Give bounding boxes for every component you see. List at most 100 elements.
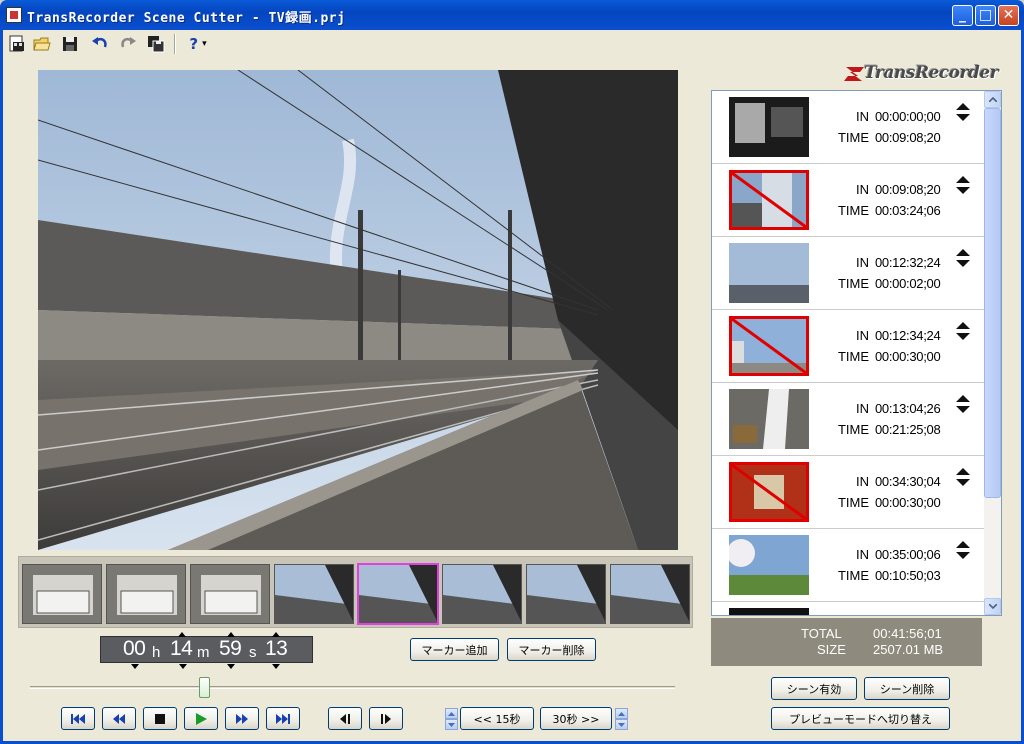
scene-time-value: 00:00:02;00 [875, 276, 941, 291]
spinner-down-icon[interactable] [445, 719, 458, 730]
skip-forward-30s-button[interactable]: 30秒 >> [540, 707, 612, 730]
redo-icon [121, 37, 136, 48]
filmstrip [18, 556, 693, 628]
fast-forward-icon [236, 713, 248, 724]
minutes-down-arrow-icon[interactable] [179, 664, 187, 669]
scene-in-value: 00:12:32;24 [875, 255, 941, 270]
next-frame-button[interactable] [369, 707, 403, 730]
help-button[interactable]: ? ▾ [181, 33, 215, 55]
save-as-button[interactable] [145, 33, 167, 55]
reorder-arrows-icon[interactable] [956, 541, 970, 559]
filmstrip-thumb[interactable] [106, 564, 186, 624]
scene-thumbnail-disabled [729, 170, 809, 230]
scene-list-scrollbar[interactable] [984, 91, 1001, 615]
size-label: SIZE [817, 642, 846, 657]
undo-button[interactable] [89, 33, 111, 55]
skip-back-15s-button[interactable]: << 15秒 [460, 707, 534, 730]
minimize-icon: _ [959, 7, 966, 23]
scrollbar-thumb[interactable] [984, 108, 1001, 498]
seek-slider-track[interactable] [30, 686, 675, 689]
hours-down-arrow-icon[interactable] [131, 664, 139, 669]
scene-time-label: TIME [837, 349, 869, 364]
timecode-m-unit: m [197, 644, 210, 661]
rewind-icon [113, 713, 125, 724]
previous-frame-button[interactable] [328, 707, 362, 730]
rewind-button[interactable] [102, 707, 136, 730]
scene-item-partial[interactable] [712, 602, 984, 615]
hours-up-arrow-icon[interactable] [178, 632, 186, 637]
reorder-arrows-icon[interactable] [956, 103, 970, 121]
forward-step-spinner[interactable] [615, 708, 628, 730]
reorder-arrows-icon[interactable] [956, 468, 970, 486]
undo-icon [92, 37, 107, 48]
reorder-arrows-icon[interactable] [956, 249, 970, 267]
delete-marker-button[interactable]: マーカー削除 [507, 638, 596, 661]
scene-in-label: IN [856, 474, 869, 489]
scene-item[interactable]: IN 00:00:00;00 TIME 00:09:08;20 [712, 91, 984, 164]
frames-down-arrow-icon[interactable] [272, 664, 280, 669]
scene-item[interactable]: IN 00:35:00;06 TIME 00:10:50;03 [712, 529, 984, 602]
step-forward-icon [381, 713, 391, 724]
minutes-up-arrow-icon[interactable] [227, 632, 235, 637]
save-icon [63, 37, 77, 51]
scene-item[interactable]: IN 00:09:08;20 TIME 00:03:24;06 [712, 164, 984, 237]
scene-thumbnail [729, 535, 809, 595]
redo-button[interactable] [117, 33, 139, 55]
timecode-s-unit: s [249, 644, 257, 661]
maximize-button[interactable]: □ [975, 5, 996, 26]
spinner-down-icon[interactable] [615, 719, 628, 730]
reorder-arrows-icon[interactable] [956, 176, 970, 194]
step-back-icon [340, 713, 350, 724]
back-step-spinner[interactable] [445, 708, 458, 730]
filmstrip-thumb-selected[interactable] [357, 563, 439, 625]
video-preview[interactable] [38, 70, 678, 550]
save-button[interactable] [59, 33, 81, 55]
scene-item[interactable]: IN 00:13:04;26 TIME 00:21:25;08 [712, 383, 984, 456]
toolbar-separator [174, 34, 176, 54]
fast-forward-button[interactable] [225, 707, 259, 730]
skip-to-end-icon [276, 713, 290, 724]
delete-scene-button[interactable]: シーン削除 [864, 677, 950, 700]
scene-thumbnail [729, 243, 809, 303]
scene-thumbnail [729, 608, 809, 615]
scene-list: IN 00:00:00;00 TIME 00:09:08;20 IN 00:09… [711, 90, 1002, 616]
seconds-up-arrow-icon[interactable] [272, 632, 280, 637]
play-button[interactable] [184, 707, 218, 730]
close-button[interactable]: ✕ [998, 5, 1019, 26]
filmstrip-thumb[interactable] [190, 564, 270, 624]
video-frame-image [38, 70, 678, 550]
new-project-button[interactable] [6, 33, 28, 55]
go-to-start-button[interactable] [61, 707, 95, 730]
add-marker-button[interactable]: マーカー追加 [410, 638, 499, 661]
spinner-up-icon[interactable] [615, 708, 628, 719]
open-button[interactable] [31, 33, 53, 55]
scroll-down-button[interactable] [984, 598, 1001, 615]
logo-text: TransRecorder [864, 63, 999, 83]
go-to-end-button[interactable] [266, 707, 300, 730]
scene-item[interactable]: IN 00:12:34;24 TIME 00:00:30;00 [712, 310, 984, 383]
filmstrip-thumb[interactable] [526, 564, 606, 624]
scene-time-label: TIME [837, 568, 869, 583]
stop-button[interactable] [143, 707, 177, 730]
filmstrip-thumb[interactable] [22, 564, 102, 624]
filmstrip-thumb[interactable] [610, 564, 690, 624]
enable-scene-button[interactable]: シーン有効 [771, 677, 857, 700]
scene-in-label: IN [856, 401, 869, 416]
preview-mode-button[interactable]: プレビューモードへ切り替え [771, 707, 950, 730]
app-icon[interactable] [6, 7, 22, 23]
reorder-arrows-icon[interactable] [956, 322, 970, 340]
scene-thumbnail [729, 389, 809, 449]
minimize-button[interactable]: _ [952, 5, 973, 26]
new-project-icon [9, 35, 24, 52]
seconds-down-arrow-icon[interactable] [227, 664, 235, 669]
scroll-up-button[interactable] [984, 91, 1001, 108]
scene-item[interactable]: IN 00:12:32;24 TIME 00:00:02;00 [712, 237, 984, 310]
scene-time-value: 00:00:30;00 [875, 349, 941, 364]
reorder-arrows-icon[interactable] [956, 395, 970, 413]
spinner-up-icon[interactable] [445, 708, 458, 719]
filmstrip-thumb[interactable] [442, 564, 522, 624]
scene-in-value: 00:35:00;06 [875, 547, 941, 562]
seek-slider-thumb[interactable] [199, 677, 211, 698]
filmstrip-thumb[interactable] [274, 564, 354, 624]
scene-item[interactable]: IN 00:34:30;04 TIME 00:00:30;00 [712, 456, 984, 529]
